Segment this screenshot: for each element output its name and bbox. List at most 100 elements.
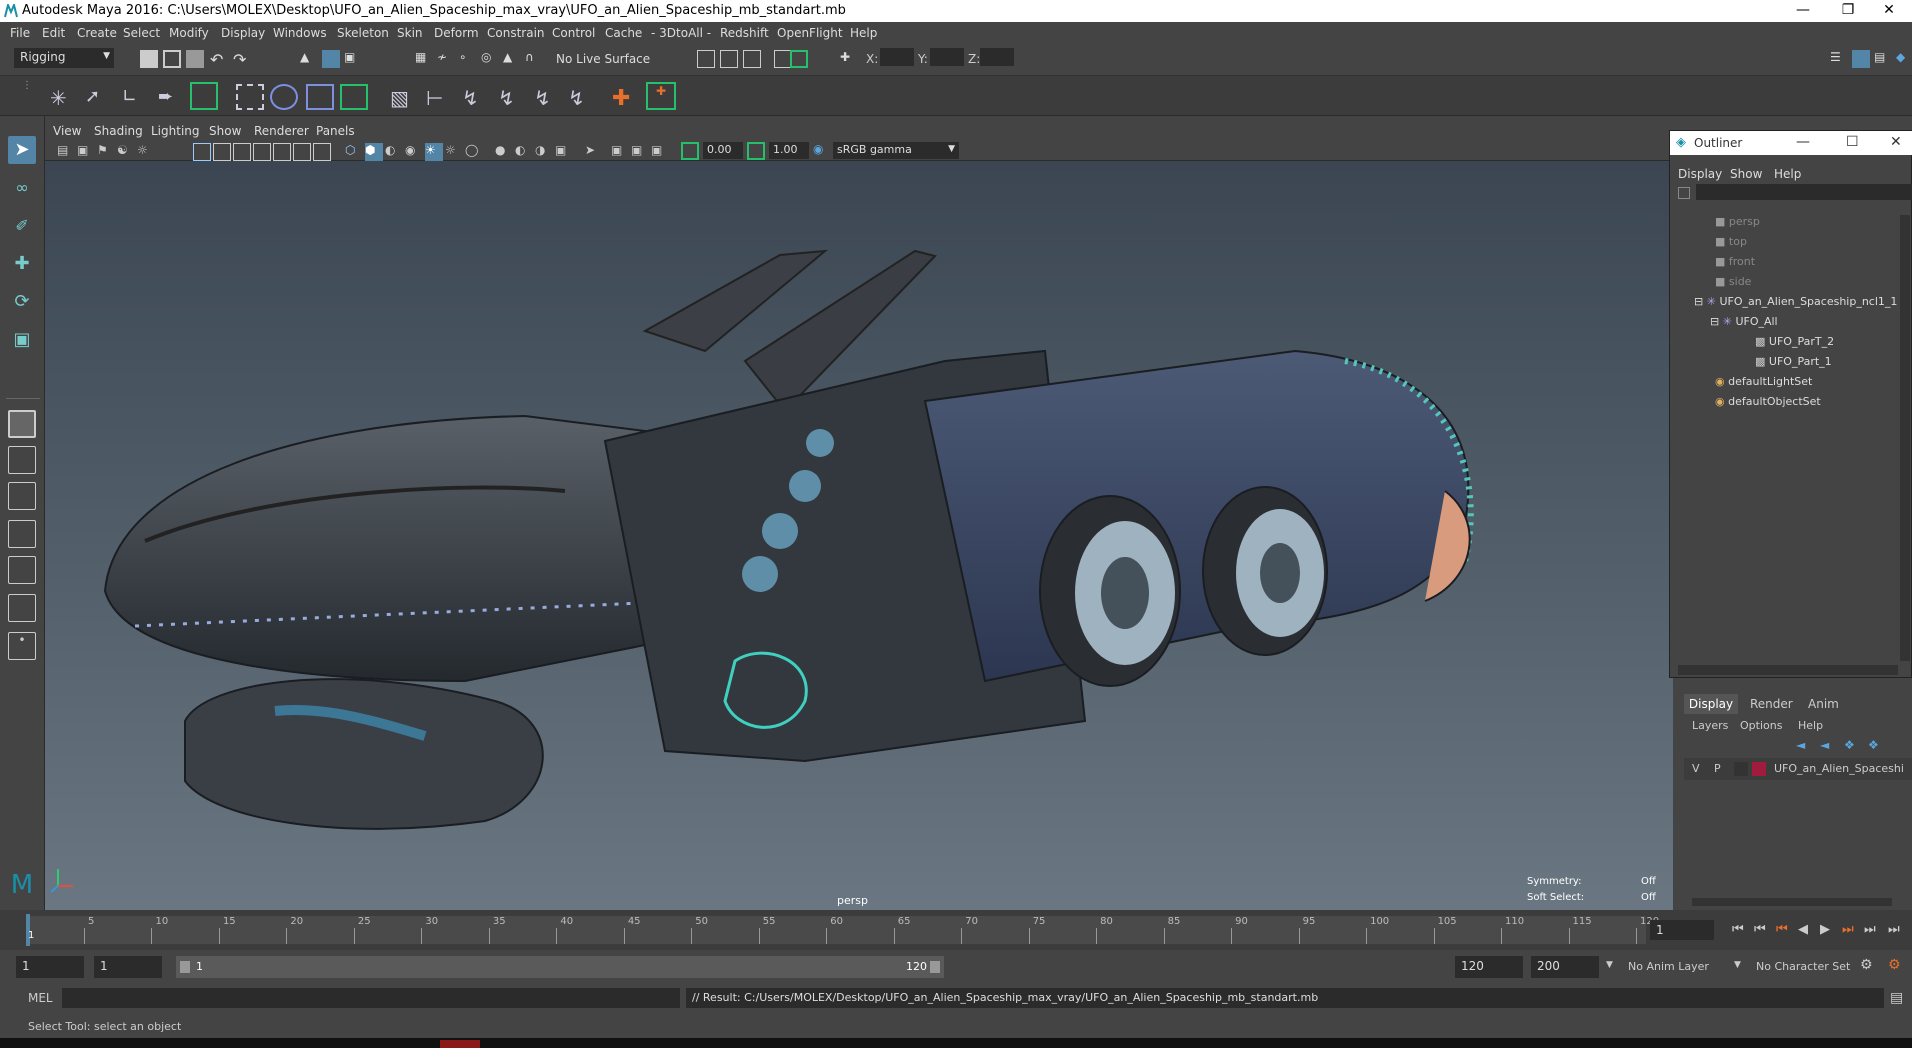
tab-anim[interactable]: Anim [1808,697,1839,711]
collapse-icon[interactable]: ⊟ [1710,315,1719,328]
layer-horizontal-scrollbar[interactable] [1692,898,1892,906]
magnet-icon[interactable]: ∩ [525,50,543,68]
range-start-handle[interactable] [180,961,190,973]
camera-attributes-icon[interactable]: ▤ [57,143,75,161]
wrap-icon[interactable] [270,84,298,110]
bookmark-icon[interactable]: ⚑ [97,143,115,161]
ipr-render-icon[interactable] [720,50,738,68]
anim-layer-label[interactable]: No Anim Layer [1628,960,1709,973]
transform-mode-icon[interactable]: ✚ [840,50,858,68]
menu-skin[interactable]: Skin [397,26,423,40]
wireframe-on-shaded-icon[interactable]: ◐ [385,143,403,161]
safe-action-icon[interactable] [293,143,311,161]
select-component-icon[interactable]: ▣ [344,50,362,68]
shadows-icon[interactable]: ☼ [445,143,463,161]
menu-edit[interactable]: Edit [42,26,65,40]
layers-menu-help[interactable]: Help [1798,719,1823,732]
outliner-search-field[interactable] [1696,184,1912,200]
scale-tool-icon[interactable]: ▣ [8,326,36,354]
exposure-icon[interactable] [681,142,699,160]
outliner-item-persp[interactable]: ■ persp [1715,215,1760,235]
menu-3dtoall[interactable]: - 3DtoAll - [651,26,711,40]
outliner-item-side[interactable]: ■ side [1715,275,1751,295]
backface-culling-icon[interactable]: ▣ [651,143,669,161]
joint-tool-icon[interactable]: ✳ [50,86,68,110]
layers-menu-layers[interactable]: Layers [1692,719,1728,732]
menu-deform[interactable]: Deform [434,26,479,40]
color-management-icon[interactable]: ◉ [813,142,831,160]
end-time-field[interactable]: 200 [1531,956,1599,978]
grid-icon[interactable] [193,143,211,161]
perspective-viewport[interactable]: persp Symmetry: Off Soft Select: Off [45,161,1673,910]
snap-curve-icon[interactable]: ≁ [437,50,455,68]
depth-of-field-icon[interactable]: ◑ [535,143,553,161]
animation-preferences-icon[interactable]: ⚙ [1888,957,1901,973]
outliner-item-ufo-part-2[interactable]: ▩ UFO_ParT_2 [1755,335,1834,355]
lattice-icon[interactable] [236,84,264,110]
layer-type-toggle[interactable] [1734,762,1748,776]
tab-display[interactable]: Display [1684,694,1738,714]
outliner-item-default-object-set[interactable]: ◉ defaultObjectSet [1715,395,1821,415]
minimize-icon[interactable]: — [1780,0,1826,22]
outliner-horizontal-scrollbar[interactable] [1678,665,1898,675]
panel-menu-view[interactable]: View [53,124,81,138]
layers-menu-options[interactable]: Options [1740,719,1782,732]
outliner-menu-help[interactable]: Help [1774,167,1801,181]
time-slider[interactable]: 1 5 10 15 20 25 30 35 40 45 50 55 60 65 70 75 80 85 90 95 1… [0,910,1912,950]
undo-icon[interactable]: ↶ [210,50,228,69]
isolate-select-icon[interactable]: ▣ [555,143,573,161]
move-layer-up-icon[interactable]: ◄ [1796,738,1805,752]
menu-constrain[interactable]: Constrain [487,26,545,40]
go-to-start-icon[interactable]: ⏮ [1732,922,1744,937]
redo-icon[interactable]: ↷ [233,50,251,69]
step-forward-key-icon[interactable]: ⏭ [1864,922,1876,937]
collapse-icon[interactable]: ⊟ [1694,295,1703,308]
render-frame-icon[interactable] [697,50,715,68]
auto-key-icon[interactable]: ⚙ [1860,957,1873,973]
gamma-field[interactable]: 1.00 [769,142,809,159]
outliner-item-ufo-root[interactable]: ⊟ ✳ UFO_an_Alien_Spaceship_ncl1_1 [1694,295,1897,315]
outliner-titlebar[interactable]: ◈ Outliner — ☐ ✕ [1670,131,1912,155]
go-to-end-icon[interactable]: ⏭ [1888,922,1900,937]
color-space-dropdown[interactable]: sRGB gamma ▼ [833,142,959,159]
chevron-down-icon[interactable]: ▼ [1734,960,1741,970]
outliner-menu-display[interactable]: Display [1678,167,1722,181]
step-back-key-icon[interactable]: ⏮ [1754,922,1766,937]
ik-spline-icon[interactable]: ∟ [122,86,140,107]
persp-outliner-layout-icon[interactable] [8,482,36,510]
taskbar-app-icon[interactable] [440,1040,480,1048]
textured-icon[interactable]: ◉ [405,143,423,161]
select-hierarchy-icon[interactable]: ▲ [300,50,318,68]
ik-handle-icon[interactable]: ➚ [85,86,103,107]
menu-cache[interactable]: Cache [605,26,642,40]
maximize-icon[interactable]: ☐ [1846,134,1859,150]
outliner-item-ufo-all[interactable]: ⊟ ✳ UFO_All [1710,315,1778,335]
gate-mask-icon[interactable] [253,143,271,161]
camera-bookmark-icon[interactable]: ▣ [77,143,95,161]
resolution-gate-icon[interactable] [233,143,251,161]
start-time-field[interactable]: 1 [16,956,84,978]
image-plane-icon[interactable]: ☯ [117,143,135,161]
menu-modify[interactable]: Modify [169,26,209,40]
four-view-layout-icon[interactable] [8,446,36,474]
filter-icon[interactable] [1678,187,1690,199]
menu-skeleton[interactable]: Skeleton [337,26,389,40]
open-scene-icon[interactable] [163,50,181,68]
exposure-field[interactable]: 0.00 [703,142,743,159]
pole-vector-icon[interactable]: ✚ [612,86,630,111]
menu-select[interactable]: Select [123,26,160,40]
chevron-down-icon[interactable]: ▼ [1606,960,1613,970]
new-empty-layer-icon[interactable]: ❖ [1844,738,1855,752]
tab-render[interactable]: Render [1750,697,1793,711]
menu-openflight[interactable]: OpenFlight [777,26,843,40]
persp-hypershade-layout-icon[interactable] [8,556,36,584]
redshift-render-icon[interactable] [790,50,808,68]
minimize-icon[interactable]: — [1796,134,1810,150]
film-gate-icon[interactable] [213,143,231,161]
render-settings-icon[interactable] [743,50,761,68]
shelf-options-icon[interactable]: ⋮ [22,80,32,112]
menu-create[interactable]: Create [77,26,117,40]
close-icon[interactable]: ✕ [1890,134,1902,150]
hik-icon[interactable]: ✚ [646,82,676,110]
script-editor-icon[interactable]: ▤ [1890,990,1903,1006]
